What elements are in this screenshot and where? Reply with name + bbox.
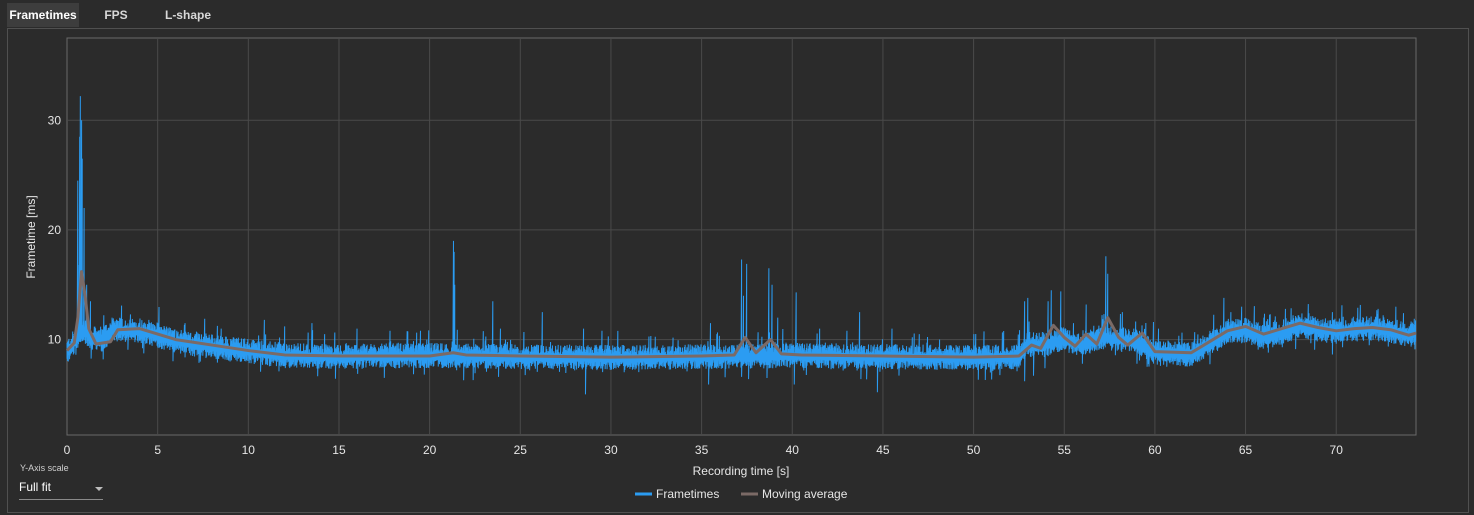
y-tick-label: 10	[48, 333, 62, 347]
y-axis-scale-dropdown[interactable]: Full fit	[19, 478, 103, 500]
x-tick-label: 30	[604, 443, 618, 457]
x-tick-label: 70	[1330, 443, 1344, 457]
frametime-chart: 0 5 10 15 20 25 30 35 40 45 50 55 60 65 70 10 20 30 Reco…	[24, 37, 1417, 501]
x-tick-label: 15	[332, 443, 346, 457]
x-tick-label: 25	[514, 443, 528, 457]
x-tick-label: 45	[876, 443, 890, 457]
x-tick-label: 60	[1148, 443, 1162, 457]
legend-frametimes-label: Frametimes	[656, 487, 719, 501]
y-axis-scale-value: Full fit	[19, 480, 52, 494]
legend: Frametimes Moving average	[635, 487, 848, 501]
x-axis-label: Recording time [s]	[693, 464, 790, 478]
x-tick-label: 35	[695, 443, 709, 457]
y-tick-label: 20	[48, 223, 62, 237]
y-tick-label: 30	[48, 113, 62, 127]
y-axis-ticks: 10 20 30	[48, 113, 62, 346]
x-tick-label: 20	[423, 443, 437, 457]
x-axis-ticks: 0 5 10 15 20 25 30 35 40 45 50 55 60 65 70	[64, 443, 1344, 457]
x-tick-label: 0	[64, 443, 71, 457]
legend-moving-average-label: Moving average	[762, 487, 848, 501]
y-axis-scale-label: Y-Axis scale	[20, 463, 69, 473]
y-axis-label: Frametime [ms]	[24, 195, 38, 278]
chevron-down-icon	[95, 487, 103, 491]
x-tick-label: 5	[154, 443, 161, 457]
x-tick-label: 65	[1239, 443, 1253, 457]
x-tick-label: 40	[786, 443, 800, 457]
x-tick-label: 50	[967, 443, 981, 457]
x-tick-label: 10	[242, 443, 256, 457]
x-tick-label: 55	[1058, 443, 1072, 457]
